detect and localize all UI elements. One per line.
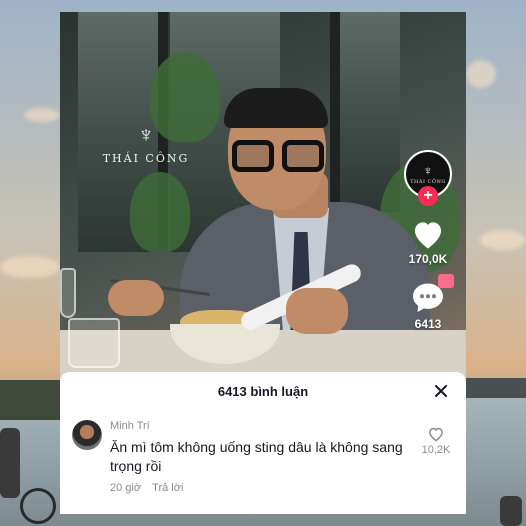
hair: [224, 88, 328, 128]
comment-count: 6413: [414, 317, 442, 331]
comment-username[interactable]: Minh Trí: [110, 420, 406, 432]
creator-avatar[interactable]: ♆ THÁI CÔNG +: [404, 150, 452, 206]
comment-meta: 20 giờ Trả lời: [110, 482, 406, 494]
comment-text: Ăn mì tôm không uống sting dâu là không …: [110, 439, 403, 474]
wine-glass: [60, 268, 76, 318]
like-count: 170,0K: [408, 252, 448, 266]
lens: [282, 140, 324, 172]
brand-mark-icon: ♆: [423, 162, 433, 178]
background-cloud: [0, 256, 60, 278]
comment-item: Minh Trí Ăn mì tôm không uống sting dâu …: [60, 410, 466, 494]
gift-icon: [438, 274, 454, 288]
avatar-text: THÁI CÔNG: [410, 178, 446, 185]
heart-icon: [414, 222, 442, 249]
video-frame[interactable]: ♆ THÁI CÔNG ♆ THÁI CÔNG + 170,0K 6413: [60, 12, 466, 384]
action-rail: ♆ THÁI CÔNG + 170,0K 6413: [396, 150, 460, 331]
follow-button[interactable]: +: [418, 186, 438, 206]
eyeglasses: [232, 140, 324, 176]
lens: [232, 140, 274, 172]
background-shore: [0, 380, 60, 420]
brand-mark-icon: ♆: [137, 122, 155, 147]
like-button[interactable]: 170,0K: [396, 218, 460, 266]
comment-like-count: 10,2K: [421, 444, 451, 456]
left-hand: [108, 280, 164, 316]
comment-like-button[interactable]: 10,2K: [416, 426, 456, 456]
right-hand: [286, 288, 348, 334]
background-person: [500, 496, 522, 526]
background-bicycle-wheel: [20, 488, 56, 524]
background-cyclist: [0, 428, 20, 498]
commenter-avatar[interactable]: [72, 420, 102, 450]
background-cloud: [466, 60, 496, 88]
brand-name: THÁI CÔNG: [102, 152, 190, 165]
comment-button[interactable]: 6413: [396, 274, 460, 331]
drinking-glass: [68, 318, 120, 368]
comments-header: 6413 bình luận: [60, 372, 466, 410]
plant: [130, 172, 190, 252]
background-cloud: [24, 108, 60, 122]
background-cloud: [480, 230, 526, 250]
reply-button[interactable]: Trả lời: [152, 482, 183, 494]
heart-outline-icon: [429, 427, 443, 442]
close-icon[interactable]: [432, 382, 450, 400]
brand-logo: ♆ THÁI CÔNG: [88, 122, 204, 166]
comments-title: 6413 bình luận: [217, 383, 309, 399]
comment-time: 20 giờ: [110, 482, 142, 494]
comments-sheet: 6413 bình luận Minh Trí Ăn mì tôm không …: [60, 372, 466, 514]
background-bridge: [466, 378, 526, 398]
